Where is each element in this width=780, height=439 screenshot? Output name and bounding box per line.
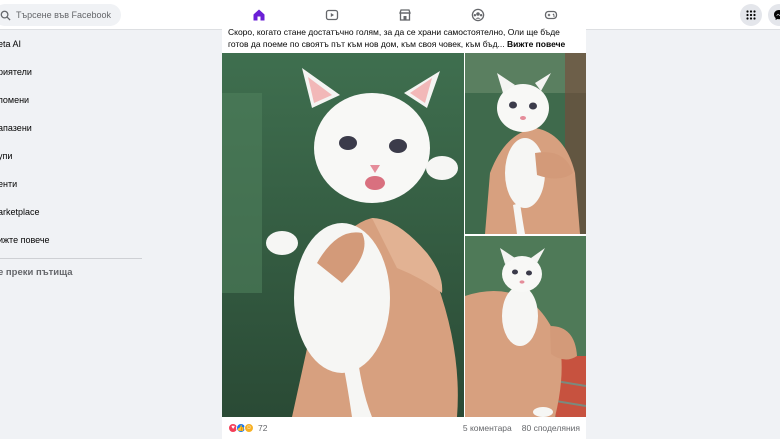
header-right-buttons [740,4,780,26]
home-icon [253,9,264,21]
sidebar-item-marketplace[interactable]: arketplace [0,198,150,226]
shortcuts-heading: е преки пътища [0,267,73,278]
messenger-icon [774,10,780,20]
post-text: Скоро, когато стане достатъчно голям, за… [228,26,580,50]
marketplace-icon [398,9,411,21]
sidebar-item-see-more[interactable]: ижте повече [0,226,150,254]
sidebar-item-friends[interactable]: риятели [0,58,150,86]
sidebar-item-label: енти [0,179,18,189]
sidebar-item-groups[interactable]: упи [0,142,150,170]
sidebar-item-meta-ai[interactable]: eta AI [0,30,150,58]
groups-icon [471,8,484,22]
left-sidebar: eta AI риятели помени апазени упи енти a… [0,30,150,278]
post-stats: 5 коментара 80 споделяния [463,423,580,433]
menu-button[interactable] [740,4,762,26]
reactions-summary[interactable]: ♥ 👍 ☺ 72 [228,423,267,433]
search-bar[interactable] [0,4,121,26]
search-icon [0,10,11,21]
sidebar-item-label: arketplace [0,207,40,217]
post-photo-grid [222,53,586,417]
grid-menu-icon [746,10,756,20]
sidebar-item-memories[interactable]: помени [0,86,150,114]
gaming-icon [544,10,557,20]
sidebar-item-label: ижте повече [0,235,50,245]
care-reaction-icon: ☺ [244,423,254,433]
comments-count[interactable]: 5 коментара [463,423,512,433]
messenger-button[interactable] [768,4,780,26]
sidebar-item-label: eta AI [0,39,22,49]
sidebar-item-saved[interactable]: апазени [0,114,150,142]
see-more-link[interactable]: Вижте повече [507,39,565,49]
sidebar-item-events[interactable]: енти [0,170,150,198]
reaction-bar: ♥ 👍 ☺ 72 5 коментара 80 споделяния [222,417,586,439]
feed-post: Скоро, когато стане достатъчно голям, за… [222,22,586,439]
sidebar-divider [0,258,142,259]
shares-count[interactable]: 80 споделяния [522,423,580,433]
search-input[interactable] [16,10,116,20]
reaction-count: 72 [258,423,268,433]
post-photo-top-right[interactable] [465,53,586,234]
sidebar-item-label: риятели [0,67,32,77]
post-photo-main[interactable] [222,53,464,417]
sidebar-item-label: апазени [0,123,32,133]
post-photo-bottom-right[interactable] [465,236,586,417]
sidebar-item-label: помени [0,95,30,105]
sidebar-item-label: упи [0,151,13,161]
video-icon [325,9,338,21]
